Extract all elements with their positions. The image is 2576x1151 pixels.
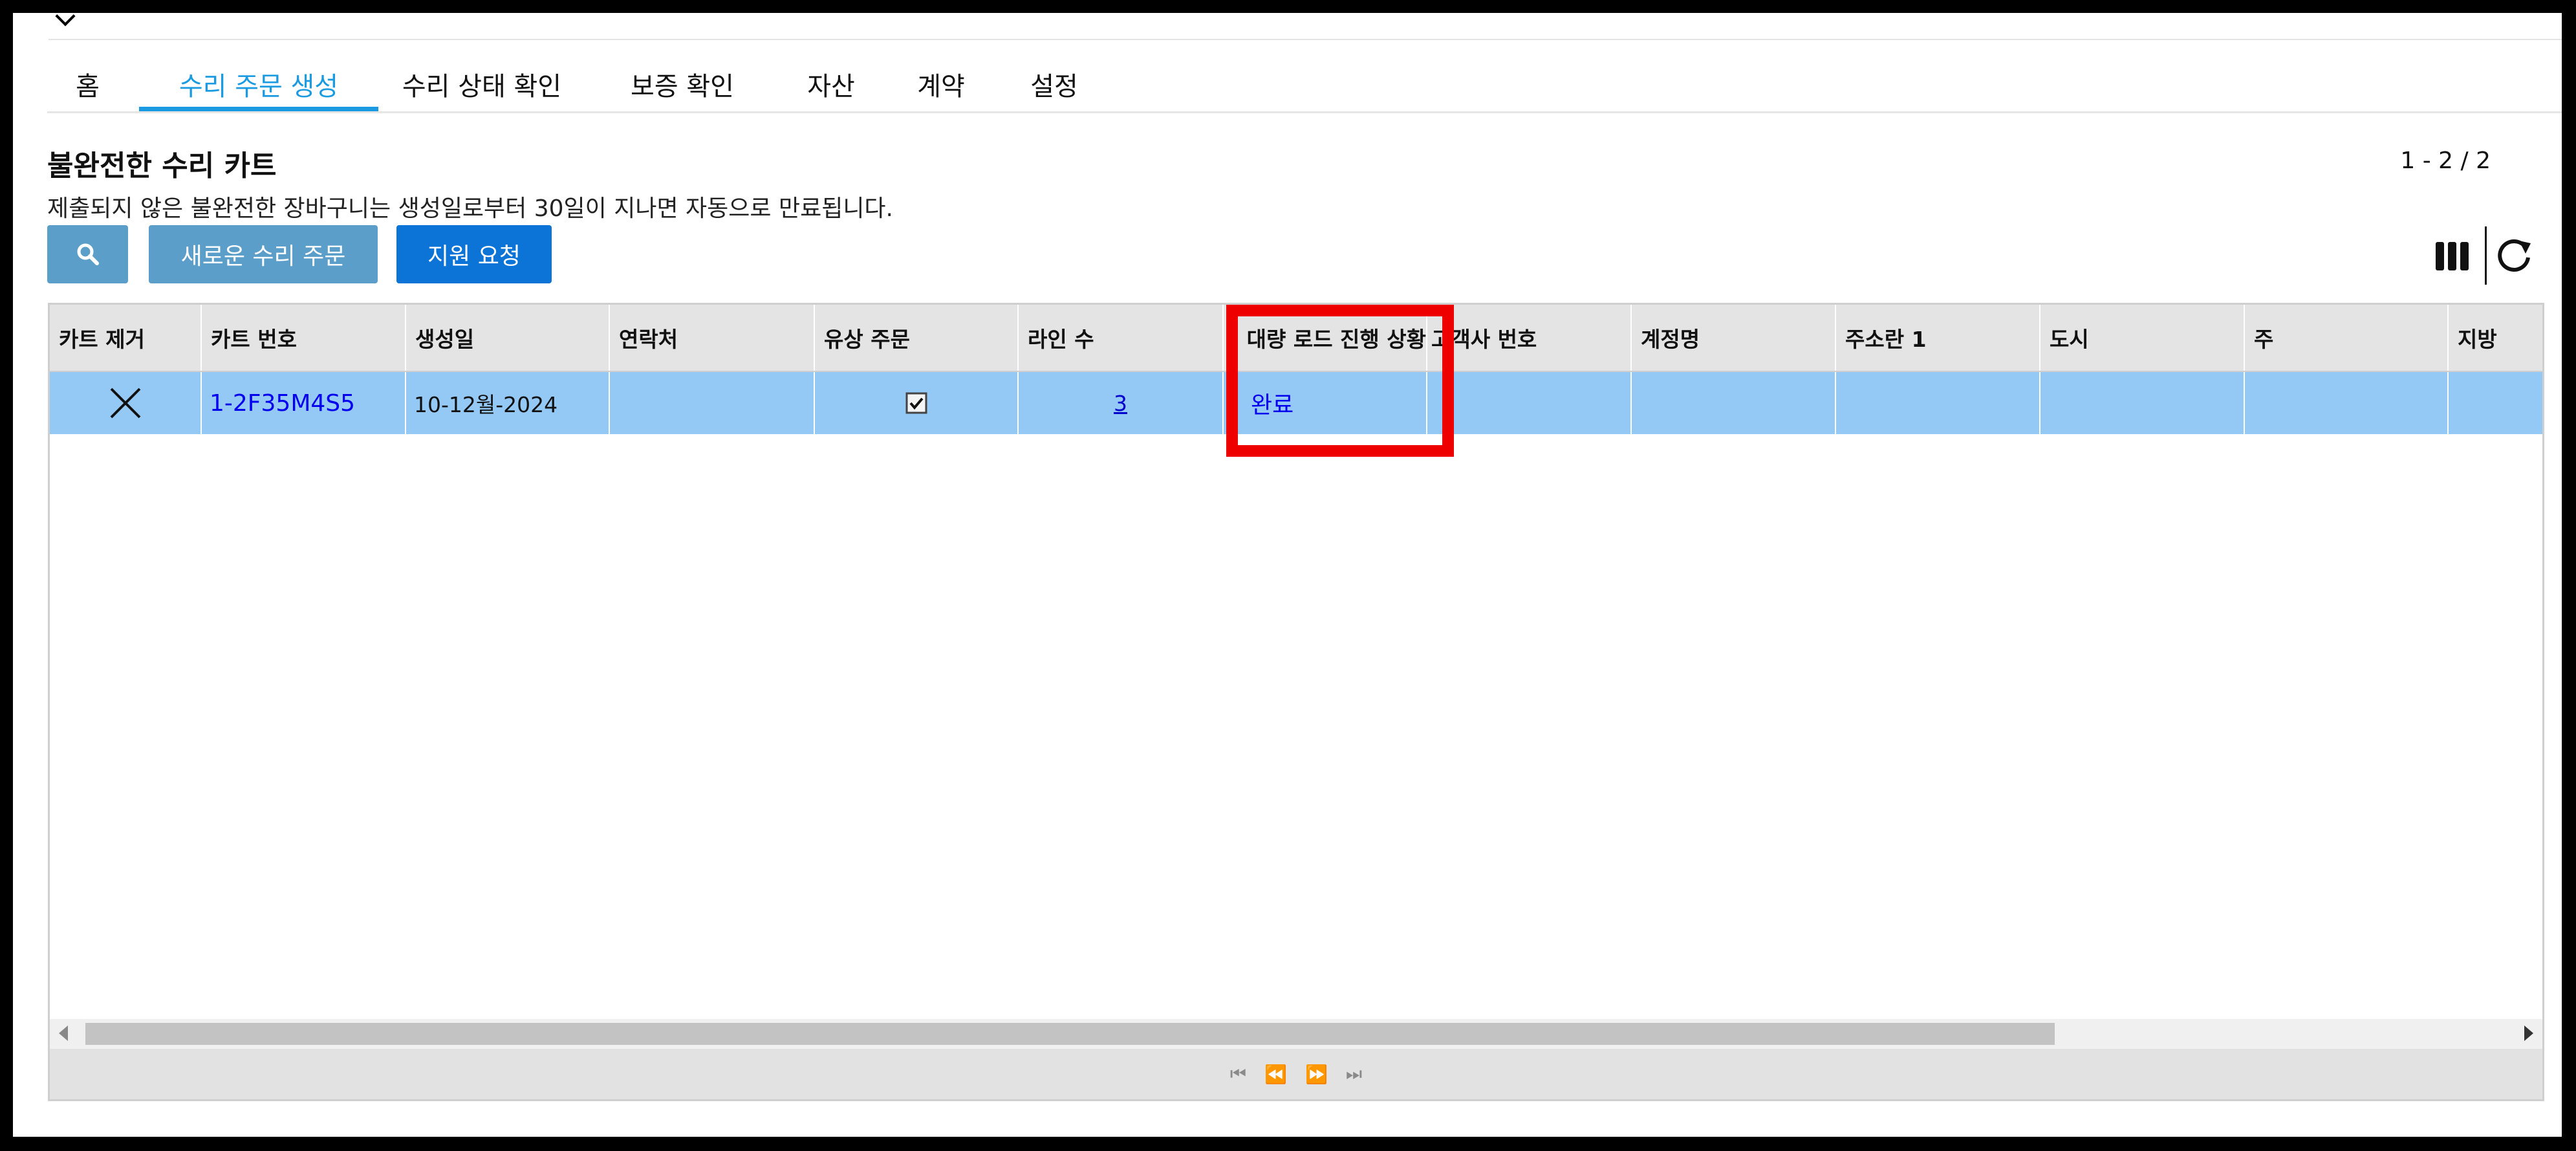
header-province[interactable]: 지방 [2449,305,2542,371]
header-paid-order[interactable]: 유상 주문 [815,305,1019,371]
pagination-bar: ⏮ ⏪ ⏩ ⏭ [50,1049,2542,1099]
search-icon [77,243,99,265]
cursor-mark [55,13,76,27]
last-page-icon[interactable]: ⏭ [1346,1063,1362,1085]
previous-page-icon[interactable]: ⏪ [1264,1064,1287,1085]
header-contact[interactable]: 연락처 [610,305,815,371]
header-account-name[interactable]: 계정명 [1632,305,1836,371]
scrollbar-thumb[interactable] [85,1023,2055,1045]
paid-order-cell [815,372,1019,434]
city-cell [2040,372,2245,434]
remove-cart-cell[interactable] [50,372,202,434]
province-cell [2449,372,2542,434]
tab-warranty-check[interactable]: 보증 확인 [585,57,779,111]
support-request-button[interactable]: 지원 요청 [396,225,552,283]
scroll-left-arrow-icon[interactable] [59,1025,68,1041]
header-customer-number[interactable]: 고객사 번호 [1427,305,1632,371]
header-state[interactable]: 주 [2245,305,2449,371]
refresh-icon[interactable] [2493,233,2535,274]
toolbar-separator [2485,226,2487,285]
header-address-1[interactable]: 주소란 1 [1836,305,2040,371]
section-title: 불완전한 수리 카트 [47,149,277,182]
tab-assets[interactable]: 자산 [779,57,883,111]
tab-repair-status[interactable]: 수리 상태 확인 [378,57,585,111]
new-repair-order-button[interactable]: 새로운 수리 주문 [149,225,378,283]
paid-order-checkbox[interactable] [905,392,927,414]
account-name-cell [1632,372,1836,434]
section-description: 제출되지 않은 불완전한 장바구니는 생성일로부터 30일이 지나면 자동으로 … [47,195,893,222]
state-cell [2245,372,2449,434]
customer-number-cell [1427,372,1632,434]
tab-settings[interactable]: 설정 [999,57,1109,111]
first-page-icon[interactable]: ⏮ [1230,1063,1246,1085]
app-page: 홈 수리 주문 생성 수리 상태 확인 보증 확인 자산 계약 설정 불완전한 … [13,13,2562,1137]
tab-create-repair-order[interactable]: 수리 주문 생성 [139,57,378,111]
cart-number-cell[interactable]: 1-2F35M4S5 [202,372,406,434]
next-page-icon[interactable]: ⏩ [1305,1064,1328,1085]
top-divider [49,39,2562,40]
table-row[interactable]: 1-2F35M4S5 10-12월-2024 3 완료 [50,372,2542,434]
header-remove-cart[interactable]: 카트 제거 [50,305,202,371]
columns-icon[interactable] [2436,242,2469,270]
grid-header: 카트 제거 카트 번호 생성일 연락처 유상 주문 라인 수 대량 로드 진행 … [50,305,2542,372]
close-icon[interactable] [107,385,144,421]
header-bulk-load-status[interactable]: 대량 로드 진행 상황 [1224,305,1427,371]
scroll-right-arrow-icon[interactable] [2524,1025,2533,1041]
contact-cell [610,372,815,434]
record-count: 1 - 2 / 2 [2400,148,2491,174]
search-button[interactable] [47,225,128,283]
line-count-cell[interactable]: 3 [1019,372,1224,434]
created-date: 10-12월-2024 [414,392,558,417]
line-count-link[interactable]: 3 [1114,391,1127,416]
bulk-load-status-cell: 완료 [1224,372,1427,434]
cart-grid: 카트 제거 카트 번호 생성일 연락처 유상 주문 라인 수 대량 로드 진행 … [48,303,2544,1101]
main-tabs: 홈 수리 주문 생성 수리 상태 확인 보증 확인 자산 계약 설정 [47,57,2562,113]
created-date-cell: 10-12월-2024 [406,372,610,434]
tab-home[interactable]: 홈 [47,57,128,111]
cart-number-link[interactable]: 1-2F35M4S5 [210,390,355,417]
bulk-load-status: 완료 [1251,392,1294,419]
header-line-count[interactable]: 라인 수 [1019,305,1224,371]
address-1-cell [1836,372,2040,434]
header-cart-number[interactable]: 카트 번호 [202,305,406,371]
header-created-date[interactable]: 생성일 [406,305,610,371]
tab-contracts[interactable]: 계약 [883,57,999,111]
horizontal-scrollbar[interactable] [50,1019,2542,1049]
header-city[interactable]: 도시 [2040,305,2245,371]
